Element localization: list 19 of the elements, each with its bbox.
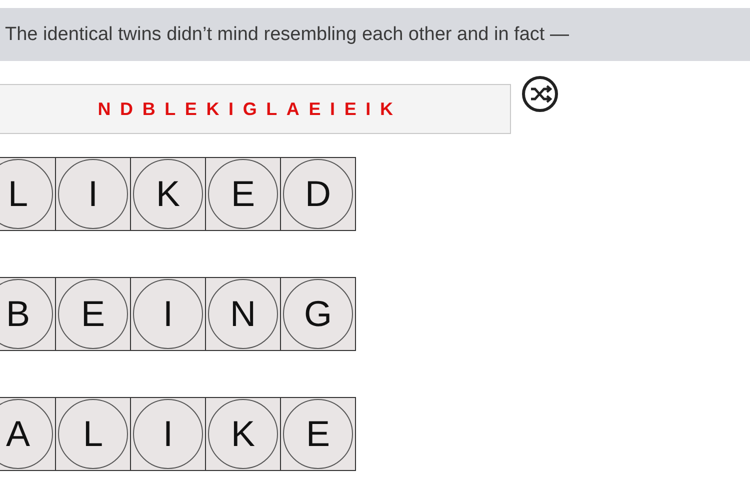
letter: L: [0, 159, 53, 229]
letter: I: [58, 159, 128, 229]
letter: A: [0, 399, 53, 469]
letter: I: [133, 279, 203, 349]
letter: E: [208, 159, 278, 229]
letter: K: [208, 399, 278, 469]
shuffle-icon: [521, 75, 559, 113]
clue-text: The identical twins didn’t mind resembling each other and in fact —: [5, 24, 569, 46]
letter: I: [133, 399, 203, 469]
letter: E: [58, 279, 128, 349]
letter: G: [283, 279, 353, 349]
scrambled-letters-text: NDBLEKIGLAEIEIK: [96, 98, 402, 120]
shuffle-button[interactable]: [521, 75, 559, 113]
letter: L: [58, 399, 128, 469]
letter: N: [208, 279, 278, 349]
letter: B: [0, 279, 53, 349]
letter: E: [283, 399, 353, 469]
letter: K: [133, 159, 203, 229]
letter: D: [283, 159, 353, 229]
